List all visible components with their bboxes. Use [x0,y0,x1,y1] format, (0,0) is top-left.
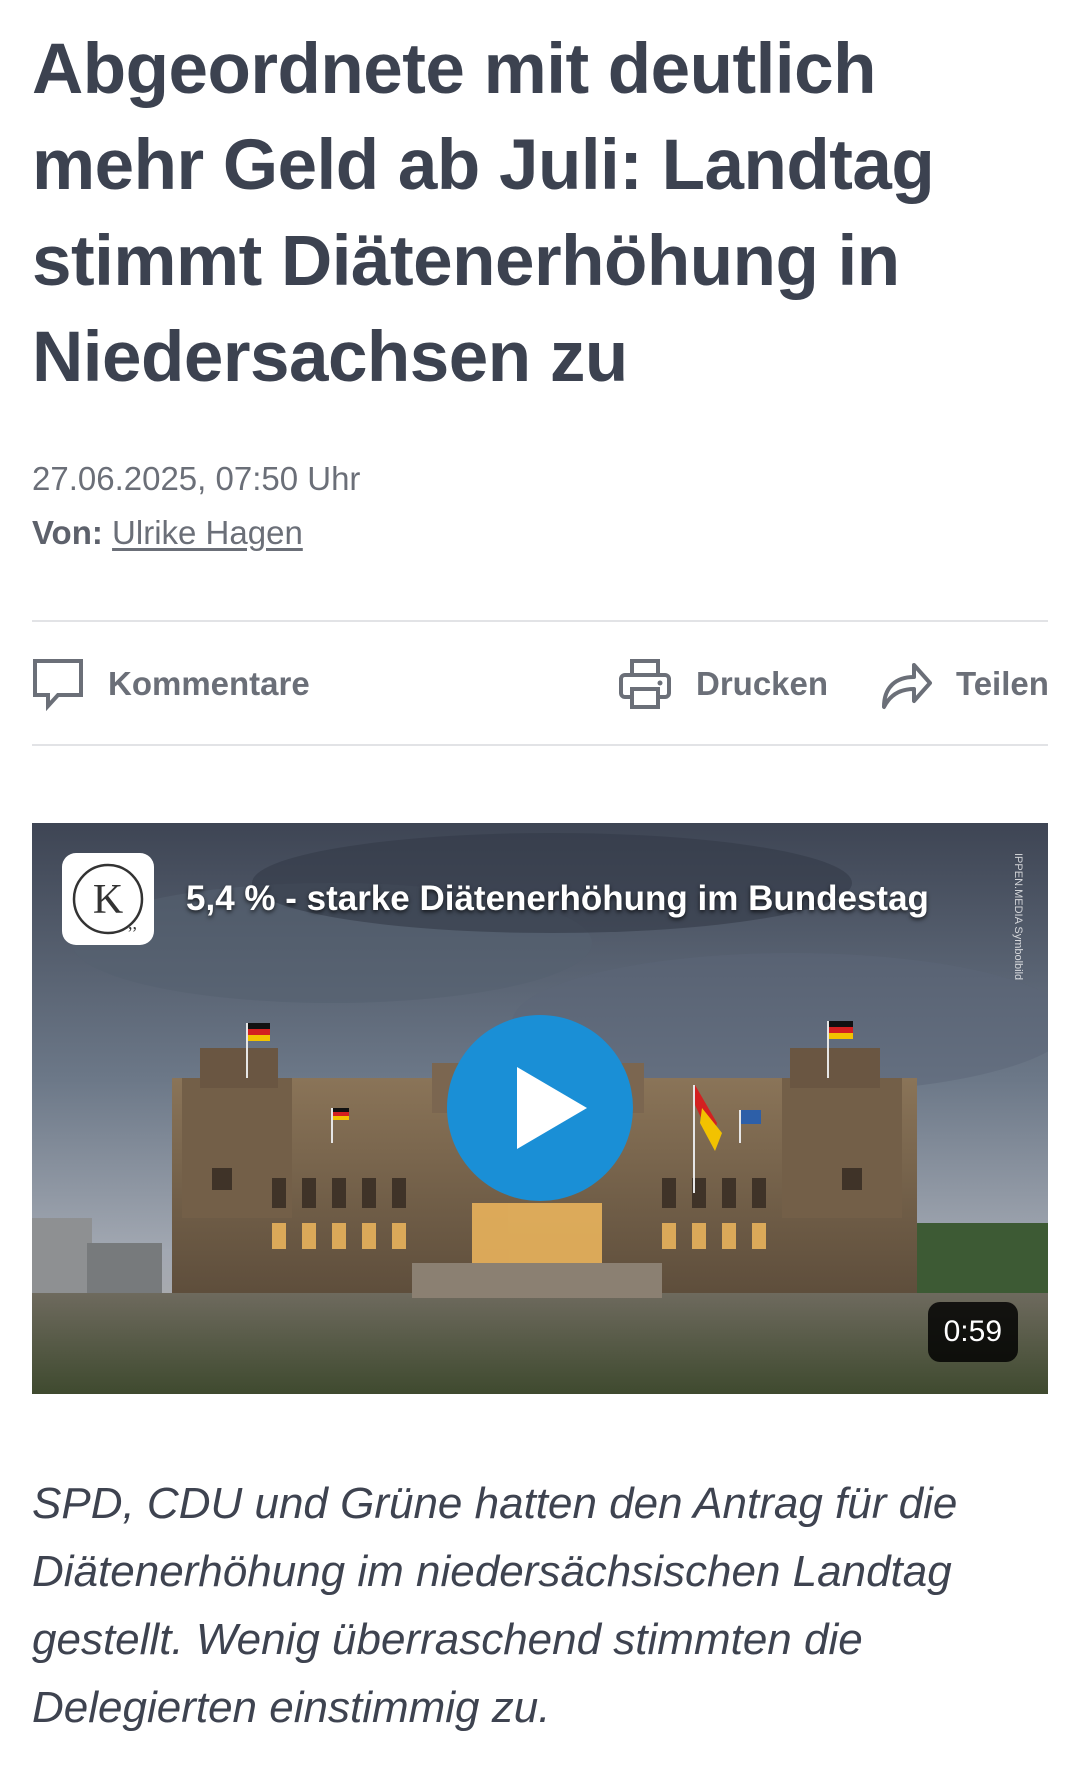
printer-icon [618,657,672,711]
channel-logo: K ,, [62,853,154,945]
svg-text:K: K [93,877,123,923]
play-button[interactable] [447,1015,633,1201]
byline: Von: Ulrike Hagen [32,514,303,552]
svg-text:,,: ,, [128,913,137,933]
article-lead: SPD, CDU und Grüne hatten den Antrag für… [32,1479,958,1732]
byline-prefix: Von: [32,514,103,551]
article-actions-bar: Kommentare Drucken Teilen [32,620,1049,750]
divider-bottom [32,744,1048,746]
image-credit: IPPEN.MEDIA Symbolbild [1012,853,1024,981]
author-link[interactable]: Ulrike Hagen [112,514,303,551]
publish-date: 27.06.2025, 07:50 Uhr [32,460,361,497]
share-arrow-icon [878,657,934,711]
print-label: Drucken [696,665,829,702]
comments-label: Kommentare [108,665,310,702]
article-headline: Abgeordnete mit deutlich mehr Geld ab Ju… [32,30,935,397]
speech-bubble-icon [32,657,84,711]
video-player[interactable]: K ,, 5,4 % - starke Diätenerhöhung im Bu… [32,823,1048,1394]
share-label: Teilen [956,665,1049,702]
share-button[interactable]: Teilen [878,654,1049,714]
print-button[interactable]: Drucken [618,654,828,714]
comments-button[interactable]: Kommentare [32,654,310,714]
video-duration: 0:59 [927,1302,1018,1362]
video-title: 5,4 % - starke Diätenerhöhung im Bundest… [186,879,929,918]
